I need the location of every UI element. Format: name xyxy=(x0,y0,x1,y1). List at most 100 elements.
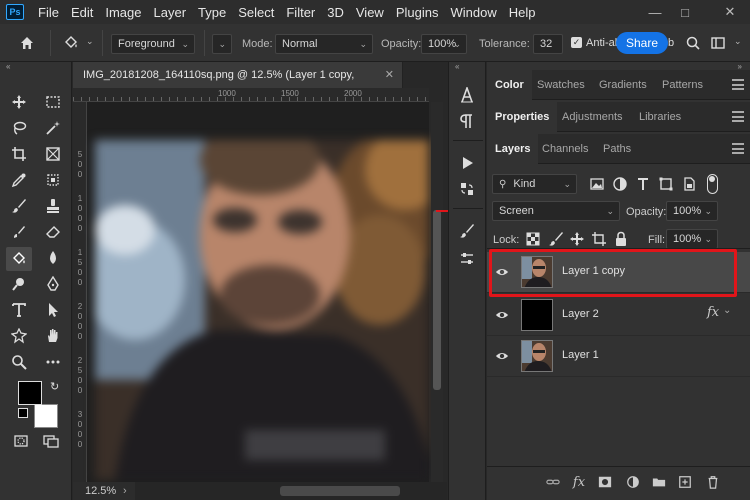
swap-colors-icon[interactable]: ↻ xyxy=(50,380,59,393)
lock-all-icon[interactable] xyxy=(610,228,632,250)
tab-gradients[interactable]: Gradients xyxy=(591,70,655,100)
history-panel-icon[interactable] xyxy=(456,178,478,200)
menu-edit[interactable]: Edit xyxy=(71,5,93,20)
menu-filter[interactable]: Filter xyxy=(286,5,315,20)
filter-smart-object-icon[interactable] xyxy=(678,173,700,195)
more-tools-icon[interactable] xyxy=(42,351,64,373)
close-icon[interactable]: ✕ xyxy=(710,0,750,24)
screen-mode-icon[interactable] xyxy=(40,430,62,452)
minimize-icon[interactable]: — xyxy=(640,0,670,24)
lock-pixels-icon[interactable] xyxy=(545,228,567,250)
marquee-tool-icon[interactable] xyxy=(42,91,64,113)
tab-color[interactable]: Color xyxy=(487,70,532,100)
layer-filter-select[interactable]: ⚲ Kind ⌄ xyxy=(492,174,577,194)
link-layers-icon[interactable] xyxy=(545,474,561,490)
menu-help[interactable]: Help xyxy=(509,5,536,20)
menu-window[interactable]: Window xyxy=(450,5,496,20)
new-adjustment-layer-icon[interactable] xyxy=(625,474,641,490)
magic-wand-icon[interactable] xyxy=(42,117,64,139)
tab-channels[interactable]: Channels xyxy=(534,134,596,164)
home-icon[interactable] xyxy=(16,32,38,54)
filter-toggle-switch[interactable] xyxy=(707,174,718,194)
menu-image[interactable]: Image xyxy=(105,5,141,20)
panel-menu-icon[interactable] xyxy=(732,111,744,122)
chevron-down-icon[interactable]: ⌄ xyxy=(86,36,94,47)
tab-layers[interactable]: Layers xyxy=(487,134,539,164)
scroll-thumb[interactable] xyxy=(433,210,441,390)
stamp-tool-icon[interactable] xyxy=(42,195,64,217)
3d-material-icon[interactable] xyxy=(42,169,64,191)
opacity-input[interactable]: 100% ⌄ xyxy=(421,34,467,54)
filter-adjustment-icon[interactable] xyxy=(609,173,631,195)
close-tab-icon[interactable]: ✕ xyxy=(385,62,394,88)
zoom-tool-icon[interactable] xyxy=(8,351,30,373)
horizontal-scrollbar[interactable] xyxy=(135,482,447,500)
crop-tool-icon[interactable] xyxy=(8,143,30,165)
lock-transparent-icon[interactable] xyxy=(522,228,544,250)
tab-libraries[interactable]: Libraries xyxy=(631,102,689,132)
path-selection-icon[interactable] xyxy=(42,299,64,321)
workspace-icon[interactable] xyxy=(707,32,729,54)
menu-view[interactable]: View xyxy=(356,5,384,20)
delete-layer-icon[interactable] xyxy=(705,474,721,490)
pattern-picker[interactable]: ⌄ xyxy=(212,34,232,54)
hand-tool-icon[interactable] xyxy=(42,325,64,347)
paint-bucket-icon[interactable] xyxy=(6,247,32,271)
share-button[interactable]: Share xyxy=(616,32,668,54)
fill-input[interactable]: 100% ⌄ xyxy=(666,229,718,249)
collapse-icon[interactable]: « xyxy=(455,62,459,71)
play-actions-icon[interactable] xyxy=(456,152,478,174)
chevron-down-icon[interactable]: ⌄ xyxy=(734,36,742,47)
tab-properties[interactable]: Properties xyxy=(487,102,558,132)
menu-type[interactable]: Type xyxy=(198,5,226,20)
blur-tool-icon[interactable] xyxy=(42,247,64,269)
collapse-icon[interactable]: « xyxy=(6,62,10,71)
adjustments-sliders-icon[interactable] xyxy=(456,248,478,270)
paragraph-panel-icon[interactable] xyxy=(456,110,478,132)
panel-menu-icon[interactable] xyxy=(732,143,744,154)
move-tool-icon[interactable] xyxy=(8,91,30,113)
status-chevron-icon[interactable]: › xyxy=(123,482,127,500)
fill-source-select[interactable]: Foreground ⌄ xyxy=(111,34,195,54)
custom-shape-icon[interactable] xyxy=(8,325,30,347)
visibility-eye-icon[interactable] xyxy=(495,349,511,363)
search-icon[interactable] xyxy=(682,32,704,54)
new-group-icon[interactable] xyxy=(651,474,667,490)
tolerance-input[interactable]: 32 xyxy=(533,34,563,54)
new-layer-icon[interactable] xyxy=(677,474,693,490)
antialias-checkbox[interactable]: ✓ xyxy=(571,37,582,48)
panel-menu-icon[interactable] xyxy=(732,79,744,90)
background-color-swatch[interactable] xyxy=(34,404,58,428)
tab-adjustments[interactable]: Adjustments xyxy=(554,102,631,132)
default-colors-icon[interactable] xyxy=(18,408,28,418)
zoom-level[interactable]: 12.5% xyxy=(85,482,116,500)
menu-layer[interactable]: Layer xyxy=(154,5,187,20)
layer-row-layer-2[interactable]: Layer 2 fx ⌄ xyxy=(487,295,750,336)
lock-position-icon[interactable] xyxy=(566,228,588,250)
add-mask-icon[interactable] xyxy=(597,474,613,490)
menu-select[interactable]: Select xyxy=(238,5,274,20)
add-layer-style-icon[interactable]: fx xyxy=(571,474,587,490)
quick-mask-icon[interactable] xyxy=(10,430,32,452)
brush-settings-icon[interactable] xyxy=(456,220,478,242)
document-tab[interactable]: IMG_20181208_164110sq.png @ 12.5% (Layer… xyxy=(73,62,403,88)
vertical-scrollbar[interactable] xyxy=(431,102,443,482)
dodge-tool-icon[interactable] xyxy=(8,273,30,295)
layer-name[interactable]: Layer 1 xyxy=(562,349,599,361)
type-tool-icon[interactable] xyxy=(8,299,30,321)
blend-mode-select[interactable]: Screen ⌄ xyxy=(492,201,620,221)
layer-opacity-input[interactable]: 100% ⌄ xyxy=(666,201,718,221)
character-panel-icon[interactable] xyxy=(456,84,478,106)
lasso-tool-icon[interactable] xyxy=(8,117,30,139)
tab-paths[interactable]: Paths xyxy=(595,134,639,164)
chevron-down-icon[interactable]: ⌄ xyxy=(723,305,731,316)
tab-swatches[interactable]: Swatches xyxy=(529,70,593,100)
maximize-icon[interactable]: □ xyxy=(670,0,700,24)
menu-file[interactable]: File xyxy=(38,5,59,20)
layer-name[interactable]: Layer 2 xyxy=(562,308,599,320)
eyedropper-icon[interactable] xyxy=(8,169,30,191)
frame-tool-icon[interactable] xyxy=(42,143,64,165)
foreground-color-swatch[interactable] xyxy=(18,381,42,405)
menu-3d[interactable]: 3D xyxy=(327,5,344,20)
eraser-icon[interactable] xyxy=(42,221,64,243)
